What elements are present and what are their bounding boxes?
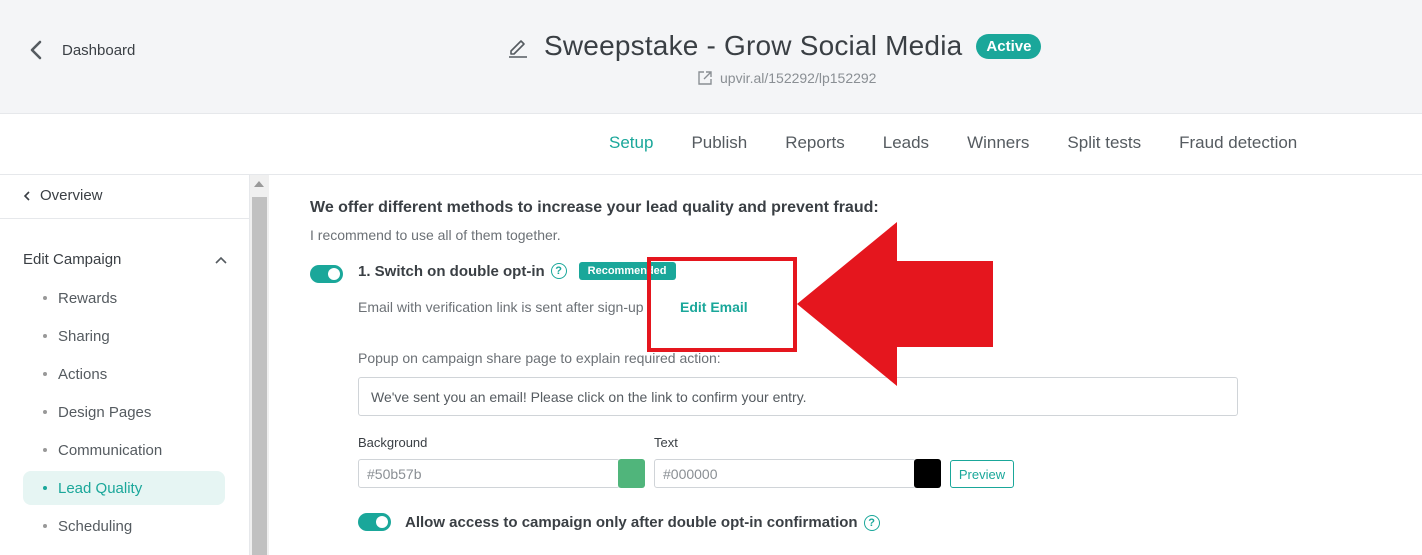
double-opt-in-toggle[interactable]: [310, 265, 343, 283]
sidebar-item-design-pages[interactable]: Design Pages: [23, 395, 225, 429]
tab-fraud-detection[interactable]: Fraud detection: [1179, 133, 1297, 153]
status-badge: Active: [976, 33, 1042, 59]
chevron-left-icon: [23, 190, 30, 201]
email-description: Email with verification link is sent aft…: [358, 299, 644, 315]
sidebar-divider: [0, 218, 250, 219]
sidebar-item-lead-quality[interactable]: Lead Quality: [23, 471, 225, 505]
allow-access-label: Allow access to campaign only after doub…: [405, 514, 858, 531]
popup-label: Popup on campaign share page to explain …: [358, 350, 721, 366]
back-label: Dashboard: [62, 41, 136, 59]
edit-email-link[interactable]: Edit Email: [680, 299, 748, 315]
scroll-thumb[interactable]: [252, 197, 267, 555]
lead-quality-heading: We offer different methods to increase y…: [310, 199, 879, 216]
back-to-dashboard[interactable]: Dashboard: [26, 38, 135, 62]
tab-reports[interactable]: Reports: [785, 133, 845, 153]
allow-access-toggle[interactable]: [358, 513, 391, 531]
section-label: Edit Campaign: [23, 251, 122, 268]
double-opt-in-title: 1. Switch on double opt-in: [358, 262, 545, 280]
tab-split-tests[interactable]: Split tests: [1067, 133, 1141, 153]
sidebar-scrollbar[interactable]: [250, 175, 269, 555]
sidebar: Overview Edit Campaign Rewards Sharing A…: [0, 175, 250, 555]
lead-quality-subheading: I recommend to use all of them together.: [310, 227, 561, 243]
scroll-up-arrow-icon[interactable]: [254, 181, 264, 187]
tab-setup[interactable]: Setup: [609, 133, 653, 153]
help-icon[interactable]: ?: [550, 263, 567, 279]
sidebar-item-rewards[interactable]: Rewards: [23, 281, 225, 315]
double-opt-in-title-row: 1. Switch on double opt-in ? Recommended: [358, 262, 676, 280]
external-link-icon: [698, 71, 712, 85]
popup-message-input[interactable]: [358, 377, 1238, 416]
tab-leads[interactable]: Leads: [883, 133, 929, 153]
tab-publish[interactable]: Publish: [691, 133, 747, 153]
campaign-url-text: upvir.al/152292/lp152292: [720, 70, 877, 86]
campaign-title-row: Sweepstake - Grow Social Media Active: [506, 30, 1042, 62]
text-color-label: Text: [654, 435, 678, 450]
sidebar-item-scheduling[interactable]: Scheduling: [23, 509, 225, 543]
allow-access-row: Allow access to campaign only after doub…: [405, 514, 880, 531]
background-color-input[interactable]: [358, 459, 620, 488]
recommended-badge: Recommended: [578, 262, 676, 280]
top-tabs: Setup Publish Reports Leads Winners Spli…: [609, 133, 1335, 153]
overview-label: Overview: [40, 187, 103, 204]
sidebar-section-edit-campaign[interactable]: Edit Campaign: [23, 251, 228, 268]
pencil-icon[interactable]: [506, 34, 530, 58]
text-color-input[interactable]: [654, 459, 916, 488]
sidebar-item-actions[interactable]: Actions: [23, 357, 225, 391]
annotation-arrow-icon: [797, 222, 993, 386]
background-color-swatch[interactable]: [618, 459, 645, 488]
chevron-up-icon: [215, 256, 227, 264]
campaign-title: Sweepstake - Grow Social Media: [544, 30, 963, 61]
header-bar: Dashboard Sweepstake - Grow Social Media…: [0, 0, 1422, 114]
preview-button[interactable]: Preview: [950, 460, 1014, 488]
tab-winners[interactable]: Winners: [967, 133, 1029, 153]
background-label: Background: [358, 435, 428, 450]
chevron-left-icon: [30, 40, 42, 60]
campaign-url[interactable]: upvir.al/152292/lp152292: [697, 70, 876, 86]
text-color-swatch[interactable]: [914, 459, 941, 488]
sidebar-item-sharing[interactable]: Sharing: [23, 319, 225, 353]
sidebar-overview[interactable]: Overview: [22, 187, 103, 204]
help-icon[interactable]: ?: [863, 514, 880, 531]
sidebar-item-communication[interactable]: Communication: [23, 433, 225, 467]
